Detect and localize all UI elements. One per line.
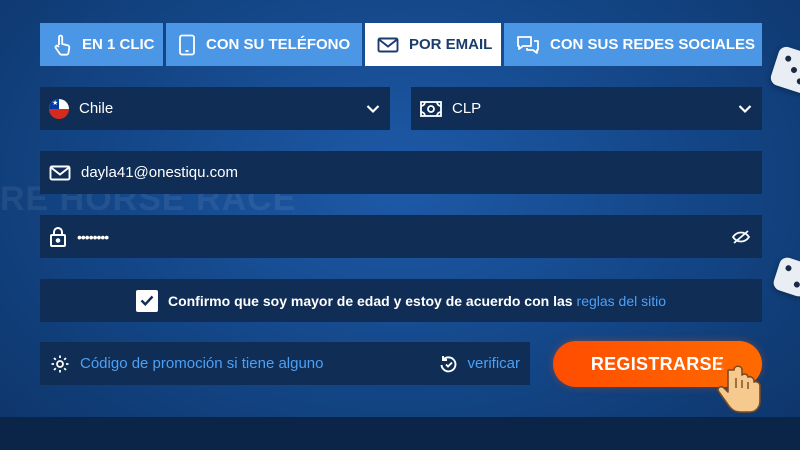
currency-value: CLP — [452, 100, 482, 117]
agreement-checkbox[interactable] — [135, 289, 158, 312]
banknote-icon — [420, 100, 442, 117]
phone-icon — [179, 34, 195, 55]
chile-flag-icon: ★ — [49, 98, 69, 119]
registration-method-tabs: EN 1 CLIC CON SU TELÉFONO POR EMAIL CON … — [40, 23, 762, 66]
email-value: dayla41@onestiqu.com — [81, 164, 238, 181]
checkmark-icon — [140, 295, 154, 306]
email-field[interactable]: dayla41@onestiqu.com — [40, 151, 762, 194]
footer-bar — [0, 417, 800, 450]
promo-code-placeholder: Código de promoción si tiene alguno — [80, 355, 324, 372]
tab-label: EN 1 CLIC — [82, 36, 155, 53]
tab-label: CON SUS REDES SOCIALES — [550, 36, 756, 53]
promo-code-field[interactable]: Código de promoción si tiene alguno veri… — [40, 342, 530, 385]
verify-button[interactable]: verificar — [439, 354, 520, 374]
password-value: •••••••• — [77, 228, 109, 245]
eye-slash-icon[interactable] — [732, 229, 750, 245]
lock-icon — [49, 226, 67, 248]
dice-decoration — [771, 255, 800, 299]
country-value: Chile — [79, 100, 114, 117]
chat-bubbles-icon — [517, 35, 539, 54]
agreement-row: Confirmo que soy mayor de edad y estoy d… — [40, 279, 762, 322]
chevron-down-icon — [738, 104, 752, 113]
country-select[interactable]: ★ Chile — [40, 87, 390, 130]
gear-icon — [50, 354, 70, 374]
tab-label: CON SU TELÉFONO — [206, 36, 351, 53]
refresh-check-icon — [441, 355, 457, 372]
agreement-text: Confirmo que soy mayor de edad y estoy d… — [167, 292, 573, 309]
site-rules-link[interactable]: reglas del sitio — [577, 293, 667, 309]
tab-label: POR EMAIL — [409, 36, 493, 53]
register-label: REGISTRARSE — [590, 353, 725, 374]
hand-pointer-icon — [54, 34, 71, 56]
envelope-icon — [377, 37, 399, 52]
envelope-icon — [49, 165, 71, 181]
chevron-down-icon — [366, 104, 380, 113]
tab-one-click[interactable]: EN 1 CLIC — [40, 23, 163, 66]
tab-email[interactable]: POR EMAIL — [365, 23, 501, 66]
tab-social-networks[interactable]: CON SUS REDES SOCIALES — [504, 23, 762, 66]
tap-hand-icon — [715, 350, 761, 413]
password-field[interactable]: •••••••• — [40, 215, 762, 258]
verify-label: verificar — [467, 355, 520, 372]
tab-phone[interactable]: CON SU TELÉFONO — [166, 23, 362, 66]
dice-decoration — [768, 44, 800, 96]
currency-select[interactable]: CLP — [411, 87, 762, 130]
